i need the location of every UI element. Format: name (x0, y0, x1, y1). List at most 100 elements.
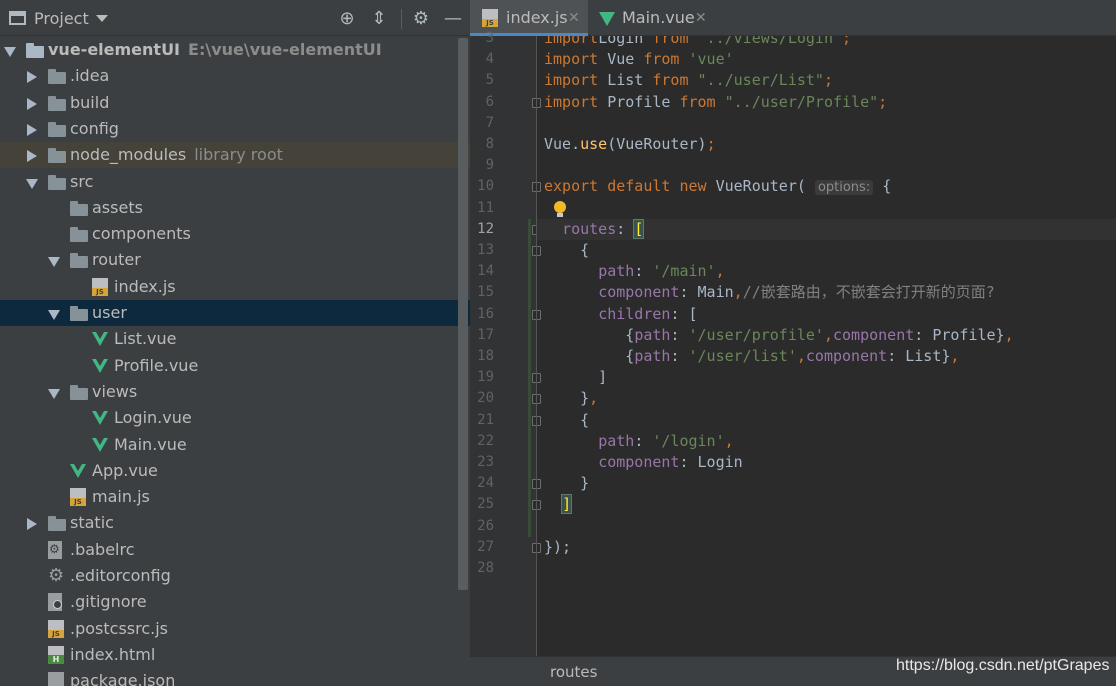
tree-item-label: src (70, 171, 94, 191)
code-token: component (805, 347, 888, 365)
chevron-right-icon[interactable] (27, 123, 37, 136)
tree-item-assets[interactable]: assets (0, 195, 470, 221)
chevron-down-icon[interactable] (26, 178, 38, 189)
code-line[interactable]: Vue.use(VueRouter); (537, 134, 1116, 155)
code-line[interactable]: }); (537, 537, 1116, 558)
locate-target-icon[interactable]: ⊕ (337, 9, 357, 29)
line-number-gutter[interactable]: 3 4 5 6 7 8 9 10 11 12 13 14 15 16 17 18 19 20 21 22 23 24 25 2… (470, 30, 541, 656)
tree-item-label: App.vue (92, 460, 158, 480)
chevron-down-icon[interactable] (48, 310, 60, 320)
code-token: '/user/list' (688, 347, 797, 365)
code-line[interactable]: }, (537, 388, 1116, 409)
tree-item-router[interactable]: router (0, 247, 470, 273)
vcs-change-marker[interactable] (528, 218, 531, 537)
close-icon[interactable]: ✕ (568, 0, 580, 36)
breadcrumb-item-routes[interactable]: routes (550, 663, 597, 681)
tree-item-list-vue[interactable]: List.vue (0, 326, 470, 352)
tree-item-node-modules[interactable]: node_modules library root (0, 142, 470, 169)
chevron-right-icon[interactable] (27, 150, 37, 163)
tree-item-label: .idea (70, 66, 110, 86)
chevron-down-icon[interactable] (48, 257, 60, 268)
code-token: : [ (670, 304, 698, 323)
code-line[interactable]: routes: [ (537, 218, 1116, 240)
lightbulb-icon[interactable] (554, 201, 566, 217)
code-line[interactable]: import Profile from "../user/Profile"; (537, 92, 1116, 113)
code-token: : (670, 347, 689, 365)
code-line[interactable]: children: [ (537, 304, 1116, 325)
ignore-file-icon (48, 593, 62, 612)
code-line[interactable]: path: '/main', (537, 261, 1116, 282)
project-header: Project ⊕ ⇕ ⚙ — (0, 0, 470, 36)
code-token: from (679, 92, 716, 111)
code-line[interactable]: ] (537, 494, 1116, 515)
tree-item-main-vue[interactable]: Main.vue (0, 432, 470, 458)
code-line[interactable] (537, 198, 1116, 219)
tree-item-label: Login.vue (114, 408, 192, 428)
code-line[interactable]: { (537, 410, 1116, 431)
tree-item-app-vue[interactable]: App.vue (0, 458, 470, 484)
tree-item-main-js[interactable]: main.js (0, 484, 470, 510)
hide-panel-icon[interactable]: — (443, 9, 463, 29)
gear-icon[interactable]: ⚙ (411, 9, 431, 29)
tree-item-index-html[interactable]: index.html (0, 642, 470, 668)
editor-tab-bar: JS index.js ✕ Main.vue ✕ (470, 0, 1116, 36)
code-token: { (544, 347, 635, 365)
tree-item-user[interactable]: user (0, 300, 470, 326)
close-icon[interactable]: ✕ (695, 0, 707, 36)
code-line[interactable]: import List from "../user/List"; (537, 70, 1116, 91)
tree-item-src[interactable]: src (0, 169, 470, 195)
code-line[interactable]: path: '/login', (537, 431, 1116, 452)
code-line[interactable] (537, 558, 1116, 579)
code-token: path (598, 262, 635, 281)
code-line[interactable]: {path: '/user/list',component: List}, (537, 346, 1116, 367)
code-line[interactable]: } (537, 473, 1116, 494)
code-line[interactable]: import Vue from 'vue' (537, 49, 1116, 70)
tab-main-vue[interactable]: Main.vue ✕ (588, 0, 716, 36)
tree-item-postcssrc-js[interactable]: .postcssrc.js (0, 616, 470, 642)
tree-item-components[interactable]: components (0, 221, 470, 247)
code-line[interactable]: export default new VueRouter( options: { (537, 176, 1116, 197)
code-token: } (544, 474, 590, 493)
code-line[interactable] (537, 155, 1116, 176)
code-line[interactable] (537, 516, 1116, 537)
tree-item-package-json[interactable]: package.json (0, 668, 470, 686)
tree-item-vue-elementui[interactable]: vue-elementUI E:\vue\vue-elementUI (0, 37, 470, 63)
code-line[interactable] (537, 113, 1116, 134)
line-number: 27 (477, 538, 494, 555)
code-line[interactable]: component: Login (537, 452, 1116, 473)
chevron-down-icon[interactable] (96, 15, 108, 22)
code-token: { (544, 325, 635, 344)
tree-item-login-vue[interactable]: Login.vue (0, 405, 470, 431)
tree-item-index-js[interactable]: index.js (0, 274, 470, 300)
code-line[interactable]: { (537, 240, 1116, 261)
code-line[interactable]: ] (537, 367, 1116, 388)
code-token: ; (706, 135, 716, 153)
chevron-right-icon[interactable] (27, 71, 37, 84)
tree-scrollbar[interactable] (458, 38, 468, 590)
code-token: from (643, 50, 680, 69)
tree-item-gitignore[interactable]: .gitignore (0, 589, 470, 615)
code-token: , (715, 262, 725, 281)
tree-item-build[interactable]: build (0, 90, 470, 116)
chevron-right-icon[interactable] (27, 97, 37, 110)
folder-icon (48, 95, 66, 111)
tree-item-profile-vue[interactable]: Profile.vue (0, 353, 470, 379)
collapse-all-icon[interactable]: ⇕ (369, 9, 389, 29)
tree-item-config[interactable]: config (0, 116, 470, 142)
code-line[interactable]: component: Main,//嵌套路由，不嵌套会打开新的页面? (537, 282, 1116, 303)
chevron-down-icon[interactable] (48, 388, 60, 399)
code-area[interactable]: importLogin from "../views/Login"; import… (537, 36, 1116, 656)
tree-item-editorconfig[interactable]: ⚙ .editorconfig (0, 563, 470, 589)
tree-item-static[interactable]: static (0, 510, 470, 536)
tree-item-babelrc[interactable]: .babelrc (0, 537, 470, 563)
tree-item-views[interactable]: views (0, 379, 470, 405)
code-line[interactable]: importLogin from "../views/Login"; (537, 36, 1116, 49)
code-line[interactable]: {path: '/user/profile',component: Profil… (537, 325, 1116, 346)
tree-item-idea[interactable]: .idea (0, 63, 470, 89)
code-token: { (873, 177, 892, 196)
chevron-down-icon[interactable] (4, 47, 16, 57)
project-view-title[interactable]: Project (34, 9, 89, 28)
chevron-right-icon[interactable] (27, 518, 37, 531)
